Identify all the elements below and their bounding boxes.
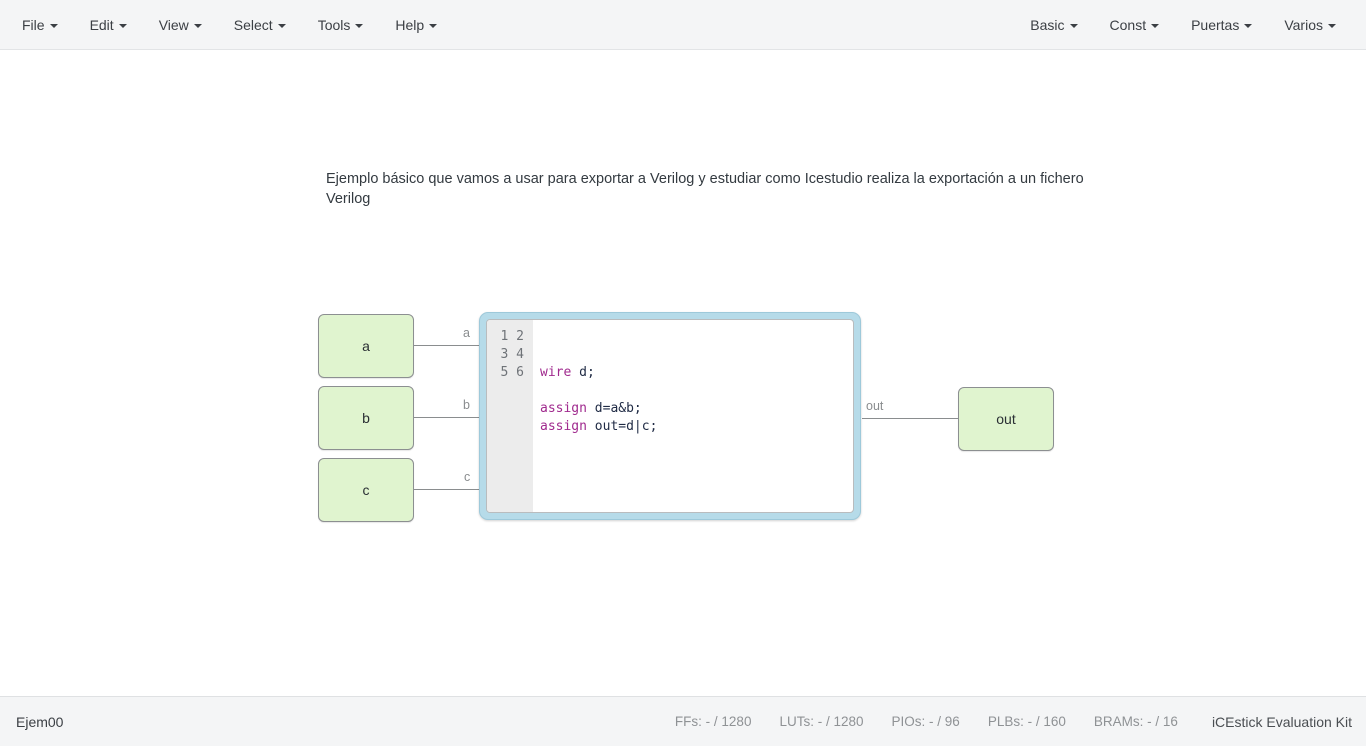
code-line-5-rest: d=a&b; — [586, 401, 642, 416]
resource-pios-label: PIOs: — [891, 714, 926, 729]
output-block-out[interactable]: out — [958, 387, 1054, 451]
code-line-6-rest: out=d|c; — [586, 419, 658, 434]
menu-puertas[interactable]: Puertas — [1175, 0, 1268, 50]
chevron-down-icon — [355, 23, 364, 28]
menu-varios-label: Varios — [1284, 16, 1323, 33]
input-block-a-label: a — [362, 338, 370, 354]
resource-ffs-label: FFs: — [674, 714, 702, 729]
menu-file-label: File — [22, 16, 45, 33]
resource-pios-value: - / 96 — [929, 714, 960, 729]
menu-view[interactable]: View — [143, 0, 218, 50]
input-block-b-label: b — [362, 410, 370, 426]
menu-tools-label: Tools — [317, 16, 351, 33]
resource-usage-group: FFs: - / 1280 LUTs: - / 1280 PIOs: - / 9… — [675, 714, 1352, 730]
resource-ffs: FFs: - / 1280 — [675, 714, 752, 729]
resource-plbs-label: PLBs: — [987, 714, 1024, 729]
port-label-c: c — [464, 470, 471, 484]
port-label-b: b — [463, 398, 470, 412]
code-keyword-assign-1: assign — [540, 401, 587, 416]
menu-const[interactable]: Const — [1094, 0, 1176, 50]
resource-plbs: PLBs: - / 160 — [988, 714, 1066, 729]
code-keyword-wire: wire — [540, 365, 572, 380]
input-block-c-label: c — [362, 482, 370, 498]
resource-luts-label: LUTs: — [779, 714, 814, 729]
wire-code-to-out[interactable] — [862, 418, 959, 419]
verilog-code-block[interactable]: 1 2 3 4 5 6 wire d; assign d=a&b; assign… — [479, 312, 861, 520]
chevron-down-icon — [1151, 23, 1160, 28]
menu-help-label: Help — [395, 16, 425, 33]
design-canvas[interactable]: Ejemplo básico que vamos a usar para exp… — [0, 51, 1366, 696]
menu-tools[interactable]: Tools — [302, 0, 380, 50]
menu-select[interactable]: Select — [218, 0, 302, 50]
board-name[interactable]: iCEstick Evaluation Kit — [1212, 714, 1352, 730]
code-line-3-rest: d; — [571, 365, 595, 380]
wire-b-to-code[interactable] — [414, 417, 480, 418]
code-editor[interactable]: 1 2 3 4 5 6 wire d; assign d=a&b; assign… — [486, 319, 854, 513]
description-text: Ejemplo básico que vamos a usar para exp… — [326, 171, 1088, 207]
project-name: Ejem00 — [16, 713, 64, 730]
resource-ffs-value: - / 1280 — [705, 714, 752, 729]
menu-const-label: Const — [1109, 16, 1147, 33]
menu-edit[interactable]: Edit — [74, 0, 143, 50]
menu-select-label: Select — [233, 16, 273, 33]
chevron-down-icon — [1244, 23, 1253, 28]
resource-luts-value: - / 1280 — [817, 714, 864, 729]
chevron-down-icon — [1069, 23, 1078, 28]
main-menu-group: File Edit View Select Tools Help — [6, 0, 453, 50]
code-line-numbers: 1 2 3 4 5 6 — [487, 320, 533, 512]
menu-puertas-label: Puertas — [1191, 16, 1240, 33]
chevron-down-icon — [49, 23, 58, 28]
menu-help[interactable]: Help — [379, 0, 453, 50]
wire-c-to-code[interactable] — [414, 489, 480, 490]
chevron-down-icon — [118, 23, 127, 28]
input-block-a[interactable]: a — [318, 314, 414, 378]
port-label-a: a — [463, 326, 470, 340]
chevron-down-icon — [1328, 23, 1336, 28]
code-keyword-assign-2: assign — [540, 419, 587, 434]
resource-plbs-value: - / 160 — [1027, 714, 1066, 729]
menu-varios[interactable]: Varios — [1268, 0, 1352, 50]
output-block-out-label: out — [996, 411, 1016, 427]
code-editor-text[interactable]: wire d; assign d=a&b; assign out=d|c; — [533, 320, 853, 512]
chevron-down-icon — [193, 23, 202, 28]
input-block-b[interactable]: b — [318, 386, 414, 450]
menu-basic-label: Basic — [1030, 16, 1065, 33]
resource-brams-label: BRAMs: — [1093, 714, 1144, 729]
chevron-down-icon — [277, 23, 286, 28]
resource-brams-value: - / 16 — [1147, 714, 1178, 729]
chevron-down-icon — [429, 23, 438, 28]
wire-a-to-code[interactable] — [414, 345, 480, 346]
menu-basic[interactable]: Basic — [1014, 0, 1093, 50]
resource-luts: LUTs: - / 1280 — [779, 714, 863, 729]
menu-file[interactable]: File — [6, 0, 74, 50]
menu-view-label: View — [158, 16, 189, 33]
status-bar: Ejem00 FFs: - / 1280 LUTs: - / 1280 PIOs… — [0, 696, 1366, 746]
resource-pios: PIOs: - / 96 — [892, 714, 960, 729]
top-menu-bar: File Edit View Select Tools Help Basic C… — [0, 0, 1366, 50]
blocks-menu-group: Basic Const Puertas Varios — [1014, 0, 1352, 50]
input-block-c[interactable]: c — [318, 458, 414, 522]
resource-brams: BRAMs: - / 16 — [1094, 714, 1178, 729]
menu-edit-label: Edit — [89, 16, 114, 33]
port-label-out: out — [866, 399, 884, 413]
